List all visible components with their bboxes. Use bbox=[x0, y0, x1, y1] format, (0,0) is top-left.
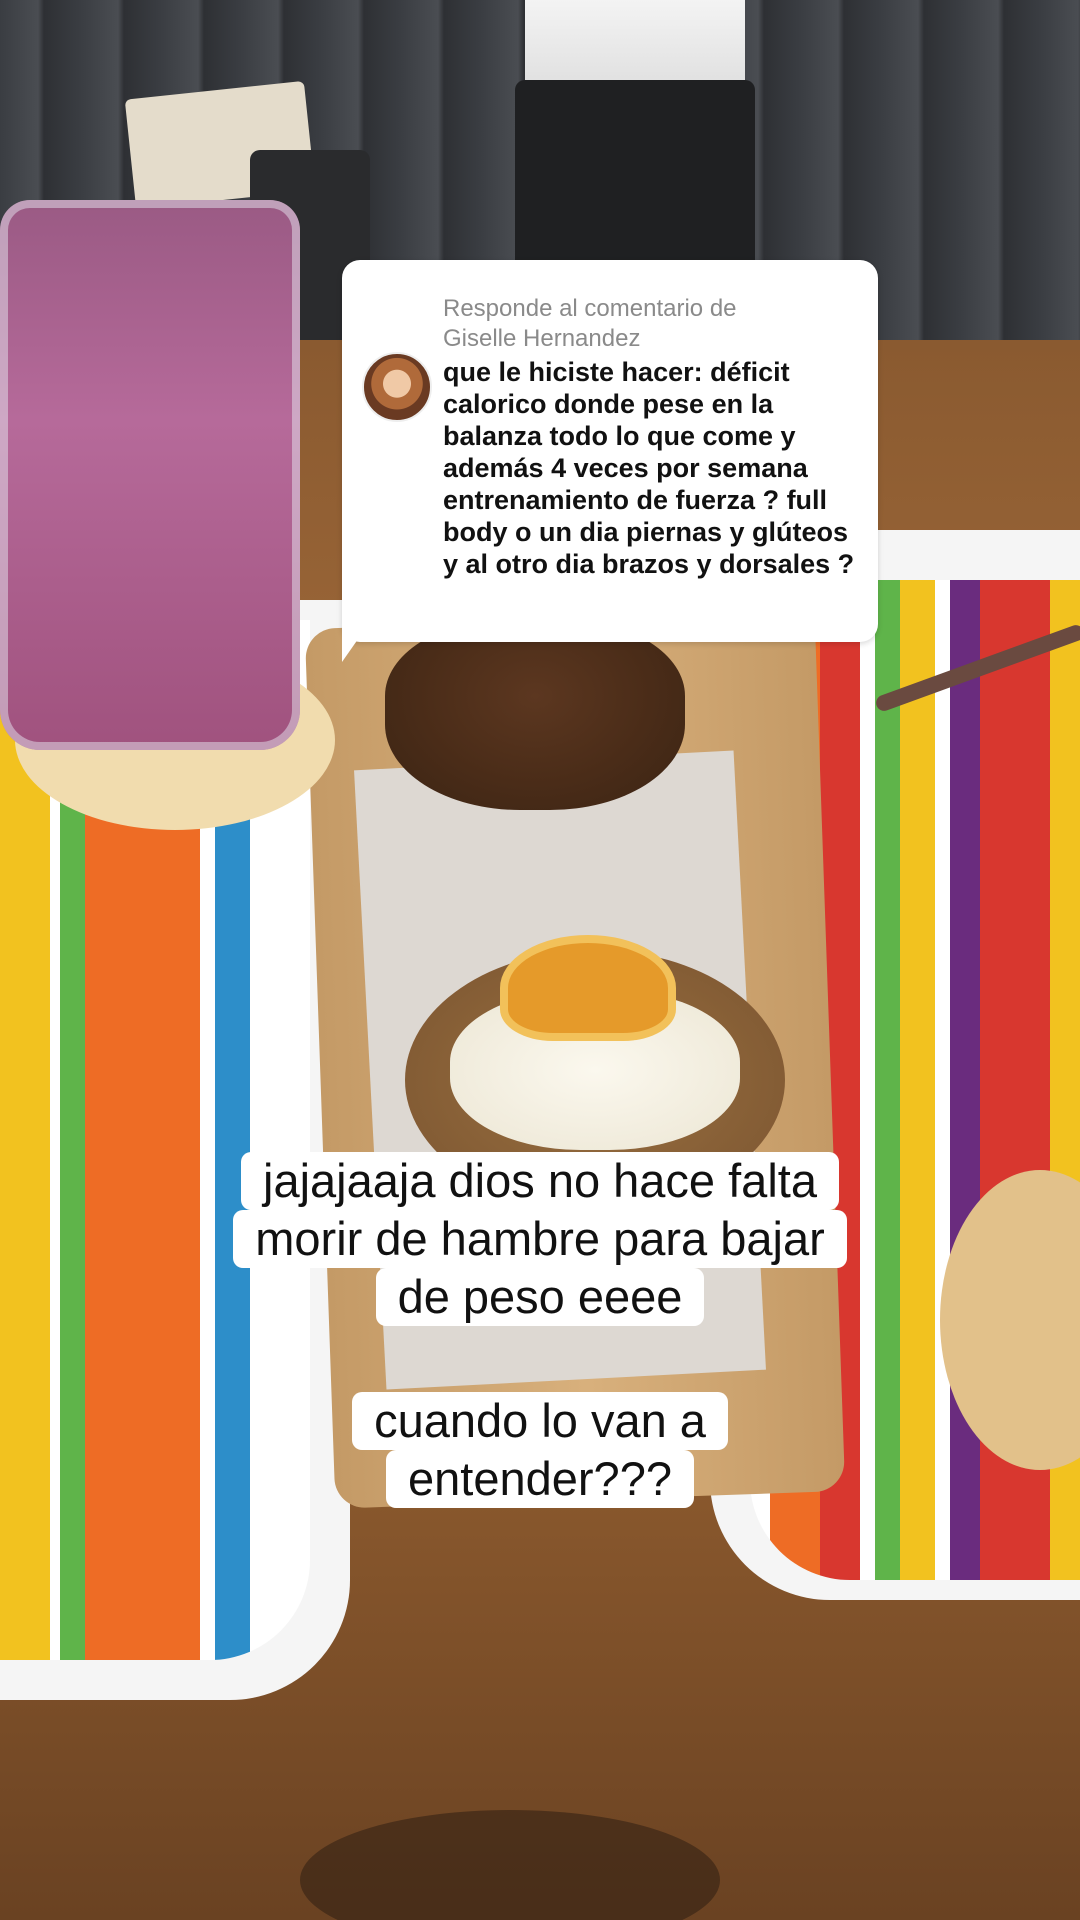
caption-line: morir de hambre para bajar bbox=[233, 1210, 847, 1268]
dried-orange-slice bbox=[500, 935, 676, 1041]
caption-line: cuando lo van a bbox=[352, 1392, 728, 1450]
caption-block-1: jajajaaja dios no hace falta morir de ha… bbox=[0, 1152, 1080, 1326]
berry-smoothie-glass bbox=[0, 200, 300, 750]
caption-line: entender??? bbox=[386, 1450, 694, 1508]
commenter-avatar[interactable] bbox=[362, 352, 432, 422]
caption-block-2: cuando lo van a entender??? bbox=[0, 1392, 1080, 1508]
caption-line: de peso eeee bbox=[375, 1268, 705, 1326]
reply-bubble-tail bbox=[342, 622, 370, 662]
chocolate-tart bbox=[385, 620, 685, 810]
reply-header-label: Responde al comentario de bbox=[443, 295, 737, 322]
caption-line: jajajaaja dios no hace falta bbox=[241, 1152, 839, 1210]
reply-header: Responde al comentario de Giselle Hernan… bbox=[443, 294, 863, 354]
reply-comment-text: que le hiciste hacer: déficit calorico d… bbox=[443, 357, 855, 579]
reply-header-username[interactable]: Giselle Hernandez bbox=[443, 324, 863, 354]
